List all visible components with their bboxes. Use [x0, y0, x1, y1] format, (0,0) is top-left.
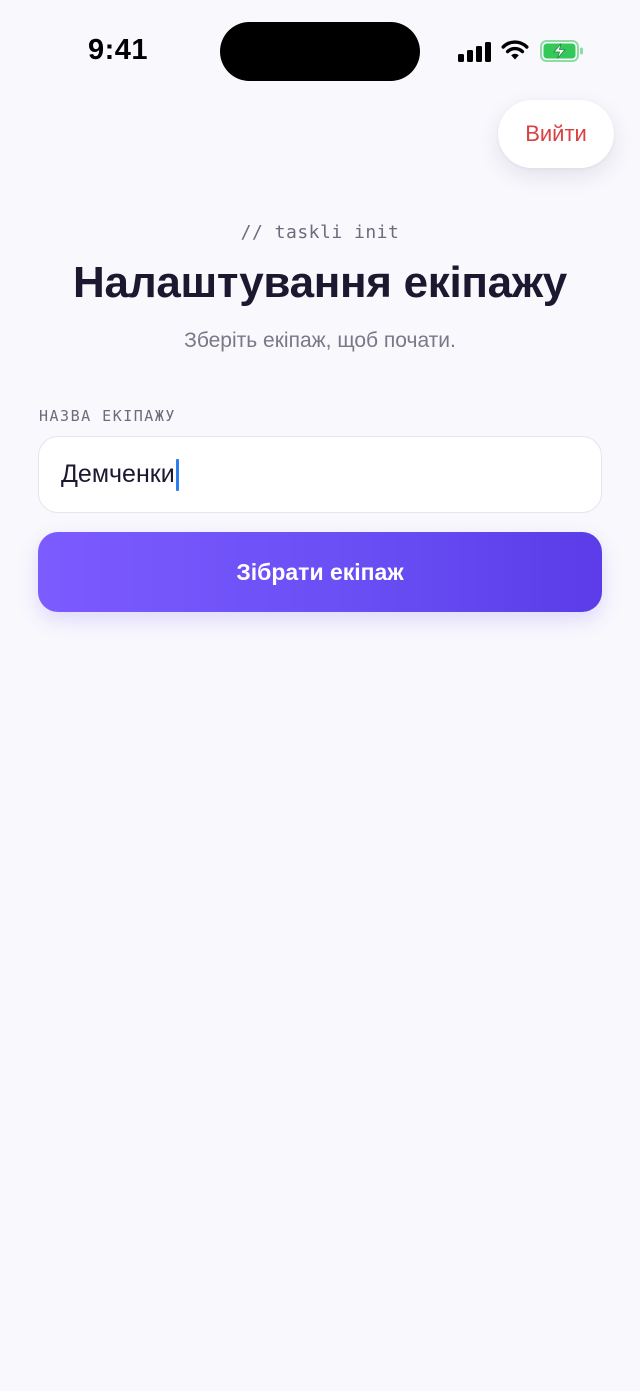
- crew-name-input[interactable]: Демченки: [38, 436, 602, 513]
- cellular-signal-icon: [458, 40, 492, 62]
- assemble-crew-button[interactable]: Зібрати екіпаж: [38, 532, 602, 612]
- battery-charging-icon: [540, 40, 583, 62]
- text-cursor: [175, 458, 179, 491]
- eyebrow-text: // taskli init: [240, 222, 400, 243]
- page-title: Налаштування екіпажу: [73, 258, 567, 307]
- status-bar: 9:41: [0, 0, 640, 100]
- logout-button[interactable]: Вийти: [498, 100, 614, 168]
- wifi-icon: [501, 40, 529, 60]
- page-subtitle: Зберіть екіпаж, щоб почати.: [184, 329, 456, 352]
- dynamic-island: [220, 22, 420, 81]
- crew-name-label: НАЗВА ЕКІПАЖУ: [39, 407, 176, 425]
- crew-setup-screen: 9:41 Вийти // taskli init Налаштування е…: [0, 0, 640, 1391]
- crew-name-value: Демченки: [61, 460, 175, 488]
- status-time: 9:41: [88, 34, 149, 66]
